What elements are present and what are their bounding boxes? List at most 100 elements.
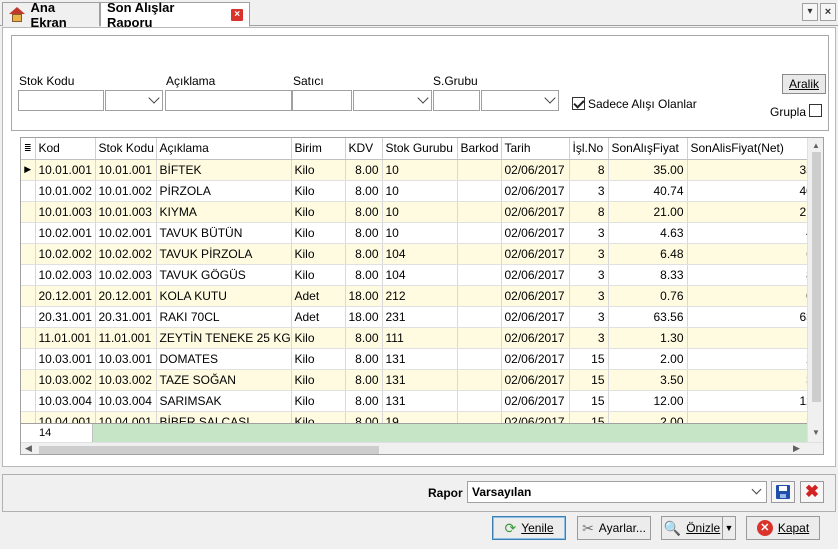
horizontal-scroll-thumb[interactable] bbox=[39, 446, 379, 454]
save-report-button[interactable] bbox=[771, 481, 795, 503]
scroll-right-icon[interactable]: ▶ bbox=[793, 443, 800, 454]
table-cell: 10.01.001 bbox=[35, 159, 96, 181]
column-header[interactable]: SonAlisFiyat(Net) bbox=[687, 138, 823, 160]
column-header[interactable]: Stok Kodu bbox=[95, 138, 157, 160]
aciklama-input[interactable] bbox=[165, 90, 292, 111]
kapat-button[interactable]: ✕ Kapat bbox=[746, 516, 820, 540]
stok-kodu-input[interactable] bbox=[18, 90, 104, 111]
onizle-dropdown-button[interactable]: ▼ bbox=[722, 516, 736, 540]
column-header[interactable]: SonAlışFiyat bbox=[608, 138, 688, 160]
aralik-label: Aralik bbox=[788, 77, 819, 91]
table-row[interactable]: 10.02.001 10.02.001 TAVUK BÜTÜN Kilo 8.00 10 0… bbox=[21, 222, 823, 244]
table-cell: 212 bbox=[382, 285, 458, 307]
table-cell: 20.31.001 bbox=[95, 306, 157, 328]
table-cell: 6.48 bbox=[608, 243, 688, 265]
column-header[interactable]: Barkod bbox=[457, 138, 502, 160]
delete-report-button[interactable]: ✖ bbox=[800, 481, 824, 503]
chevron-down-icon[interactable]: ▾ bbox=[802, 3, 818, 21]
sadece-alisi-olanlar-checkbox[interactable] bbox=[572, 97, 585, 110]
table-cell: 3.50 bbox=[608, 369, 688, 391]
rapor-select[interactable]: Varsayılan bbox=[467, 481, 767, 503]
tab-ana-ekran[interactable]: Ana Ekran bbox=[2, 0, 100, 30]
table-cell bbox=[457, 285, 502, 307]
table-cell: 10.02.001 bbox=[35, 222, 96, 244]
close-icon[interactable]: × bbox=[231, 8, 243, 21]
column-header[interactable]: Tarih bbox=[501, 138, 570, 160]
table-row[interactable]: 10.02.002 10.02.002 TAVUK PİRZOLA Kilo 8.00 1… bbox=[21, 243, 823, 265]
table-cell: 10 bbox=[382, 180, 458, 202]
table-row[interactable]: ▶ 10.01.001 10.01.001 BİFTEK Kilo 8.00 10 02/06… bbox=[21, 159, 823, 181]
table-cell: 02/06/2017 bbox=[501, 243, 570, 265]
table-row[interactable]: 10.03.002 10.03.002 TAZE SOĞAN Kilo 8.00 131 0… bbox=[21, 369, 823, 391]
table-cell: 4.63 bbox=[687, 222, 823, 244]
row-indicator bbox=[21, 285, 36, 307]
table-row[interactable]: 20.31.001 20.31.001 RAKI 70CL Adet 18.00 231 0… bbox=[21, 306, 823, 328]
table-cell: TAVUK PİRZOLA bbox=[156, 243, 292, 265]
table-cell: 11.01.001 bbox=[35, 327, 96, 349]
column-header[interactable]: Birim bbox=[291, 138, 346, 160]
aralik-button[interactable]: Aralik bbox=[782, 74, 826, 94]
column-header[interactable]: İşl.No bbox=[569, 138, 609, 160]
table-cell: 02/06/2017 bbox=[501, 285, 570, 307]
current-row-indicator-icon: ▶ bbox=[21, 159, 36, 181]
column-header[interactable]: Açıklama bbox=[156, 138, 292, 160]
table-row[interactable]: 10.01.003 10.01.003 KIYMA Kilo 8.00 10 02/06/2… bbox=[21, 201, 823, 223]
sgrubu-input[interactable] bbox=[433, 90, 480, 111]
table-cell: 4.63 bbox=[608, 222, 688, 244]
table-cell: Kilo bbox=[291, 348, 346, 370]
table-cell: 3 bbox=[569, 264, 609, 286]
stok-kodu-operator-select[interactable] bbox=[105, 90, 163, 111]
table-cell: 10 bbox=[382, 222, 458, 244]
table-cell: 3 bbox=[569, 243, 609, 265]
vertical-scroll-thumb[interactable] bbox=[812, 152, 821, 402]
onizle-button[interactable]: 🔍 Önizle bbox=[661, 516, 723, 540]
column-chooser-icon[interactable]: ≣ bbox=[21, 138, 36, 160]
tab-son-alislar-raporu[interactable]: Son Alışlar Raporu × bbox=[100, 0, 250, 30]
horizontal-scrollbar[interactable]: ◀ ▶ bbox=[21, 442, 823, 454]
table-row[interactable]: 20.12.001 20.12.001 KOLA KUTU Adet 18.00 212 0… bbox=[21, 285, 823, 307]
table-cell bbox=[457, 243, 502, 265]
table-cell: 131 bbox=[382, 369, 458, 391]
table-row[interactable]: 10.01.002 10.01.002 PİRZOLA Kilo 8.00 10 02/06… bbox=[21, 180, 823, 202]
window-close-icon[interactable]: × bbox=[820, 3, 836, 21]
table-row[interactable]: 10.03.001 10.03.001 DOMATES Kilo 8.00 131 02/0… bbox=[21, 348, 823, 370]
scroll-left-icon[interactable]: ◀ bbox=[25, 443, 32, 454]
table-cell: 12.00 bbox=[687, 390, 823, 412]
table-cell: 40.74 bbox=[687, 180, 823, 202]
table-cell: 02/06/2017 bbox=[501, 264, 570, 286]
row-indicator bbox=[21, 327, 36, 349]
table-cell: 8.00 bbox=[345, 159, 383, 181]
table-row[interactable]: 10.02.003 10.02.003 TAVUK GÖGÜS Kilo 8.00 104… bbox=[21, 264, 823, 286]
table-cell: 8.33 bbox=[608, 264, 688, 286]
table-cell: 10.02.002 bbox=[95, 243, 157, 265]
scroll-up-icon[interactable]: ▲ bbox=[812, 141, 820, 150]
table-row[interactable]: 10.03.004 10.03.004 SARIMSAK Kilo 8.00 131 02/… bbox=[21, 390, 823, 412]
table-cell: BİFTEK bbox=[156, 159, 292, 181]
ayarlar-button[interactable]: ✂ Ayarlar... bbox=[577, 516, 651, 540]
scroll-down-icon[interactable]: ▼ bbox=[812, 428, 820, 437]
grupla-label: Grupla bbox=[770, 105, 807, 119]
column-header[interactable]: Stok Gurubu bbox=[382, 138, 458, 160]
stok-kodu-label: Stok Kodu bbox=[19, 74, 75, 88]
row-indicator bbox=[21, 390, 36, 412]
table-cell: KIYMA bbox=[156, 201, 292, 223]
table-cell: KOLA KUTU bbox=[156, 285, 292, 307]
satici-input[interactable] bbox=[292, 90, 352, 111]
table-cell: 10.03.004 bbox=[35, 390, 96, 412]
column-header[interactable]: Kod bbox=[35, 138, 96, 160]
table-cell bbox=[457, 306, 502, 328]
report-content: Stok Kodu Açıklama Satıcı S.Grubu Sadece… bbox=[2, 27, 836, 467]
satici-select[interactable] bbox=[353, 90, 432, 111]
table-cell: TAVUK GÖGÜS bbox=[156, 264, 292, 286]
table-cell: 02/06/2017 bbox=[501, 201, 570, 223]
yenile-button[interactable]: ⟳ Yenile bbox=[492, 516, 566, 540]
grupla-checkbox[interactable] bbox=[809, 104, 822, 117]
tools-icon: ✂ bbox=[582, 519, 594, 536]
vertical-scrollbar[interactable]: ▲ ▼ bbox=[807, 138, 823, 442]
sadece-alisi-olanlar-label: Sadece Alışı Olanlar bbox=[588, 97, 697, 111]
row-indicator bbox=[21, 369, 36, 391]
table-row[interactable]: 11.01.001 11.01.001 ZEYTİN TENEKE 25 KG Kil… bbox=[21, 327, 823, 349]
sgrubu-select[interactable] bbox=[481, 90, 559, 111]
column-header[interactable]: KDV bbox=[345, 138, 383, 160]
rapor-panel: Rapor Varsayılan ✖ bbox=[2, 474, 836, 512]
